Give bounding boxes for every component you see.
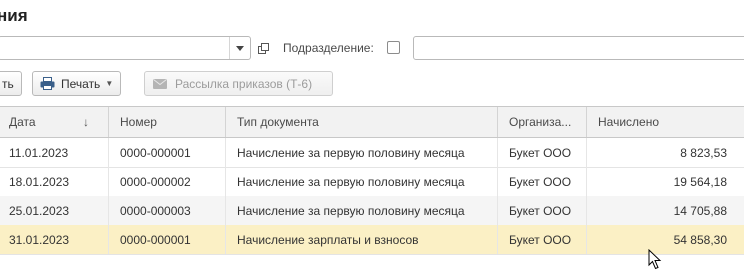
column-header-accrued[interactable]: Начислено [587, 107, 744, 137]
column-header-number[interactable]: Номер [109, 107, 226, 137]
printer-icon [40, 77, 55, 90]
cell-organization: Букет ООО [498, 196, 587, 225]
subdivision-label: Подразделение: [283, 41, 374, 55]
cell-date: 25.01.2023 [0, 196, 109, 225]
open-window-icon [257, 42, 269, 54]
mailing-orders-button[interactable]: Рассылка приказов (Т-6) [144, 71, 333, 96]
table-row-selected[interactable]: 31.01.2023 0000-000001 Начисление зарпла… [0, 225, 744, 255]
cell-accrued: 8 823,53 [587, 138, 744, 167]
cell-doc-type: Начисление за первую половину месяца [226, 138, 498, 167]
organization-dropdown-button[interactable] [229, 37, 249, 59]
cell-organization: Букет ООО [498, 167, 587, 196]
cell-accrued: 54 858,30 [587, 225, 744, 254]
sort-descending-icon: ↓ [83, 115, 89, 129]
subdivision-checkbox[interactable] [387, 41, 400, 54]
column-header-date[interactable]: Дата ↓ [0, 107, 109, 137]
table-row[interactable]: 25.01.2023 0000-000003 Начисление за пер… [0, 196, 744, 226]
organization-open-button[interactable] [252, 37, 274, 59]
cell-doc-type: Начисление за первую половину месяца [226, 167, 498, 196]
create-button[interactable]: ть [0, 71, 22, 96]
create-button-label: ть [2, 76, 14, 91]
cell-organization: Букет ООО [498, 225, 587, 254]
cell-accrued: 19 564,18 [587, 167, 744, 196]
subdivision-input[interactable] [413, 36, 744, 60]
page-title: ния [0, 6, 28, 25]
mouse-pointer-icon [648, 249, 662, 270]
table-row[interactable]: 11.01.2023 0000-000001 Начисление за пер… [0, 138, 744, 168]
column-header-doc-type[interactable]: Тип документа [226, 107, 498, 137]
cell-number: 0000-000001 [109, 225, 226, 254]
cell-date: 11.01.2023 [0, 138, 109, 167]
envelope-icon [153, 78, 167, 89]
organization-input[interactable] [0, 36, 251, 60]
table-header: Дата ↓ Номер Тип документа Организа... Н… [0, 107, 744, 138]
print-button-label: Печать [61, 76, 101, 91]
cell-date: 18.01.2023 [0, 167, 109, 196]
documents-table: Дата ↓ Номер Тип документа Организа... Н… [0, 106, 744, 257]
chevron-down-icon: ▼ [105, 79, 114, 88]
cell-accrued: 14 705,88 [587, 196, 744, 225]
cell-number: 0000-000001 [109, 138, 226, 167]
cell-organization: Букет ООО [498, 138, 587, 167]
cell-doc-type: Начисление зарплаты и взносов [226, 225, 498, 254]
print-button[interactable]: Печать ▼ [32, 71, 121, 96]
chevron-down-icon [235, 45, 244, 51]
mailing-orders-label: Рассылка приказов (Т-6) [175, 76, 313, 91]
table-row[interactable]: 18.01.2023 0000-000002 Начисление за пер… [0, 167, 744, 197]
cell-number: 0000-000002 [109, 167, 226, 196]
cell-doc-type: Начисление за первую половину месяца [226, 196, 498, 225]
column-header-organization[interactable]: Организа... [498, 107, 587, 137]
cell-date: 31.01.2023 [0, 225, 109, 254]
cell-number: 0000-000003 [109, 196, 226, 225]
